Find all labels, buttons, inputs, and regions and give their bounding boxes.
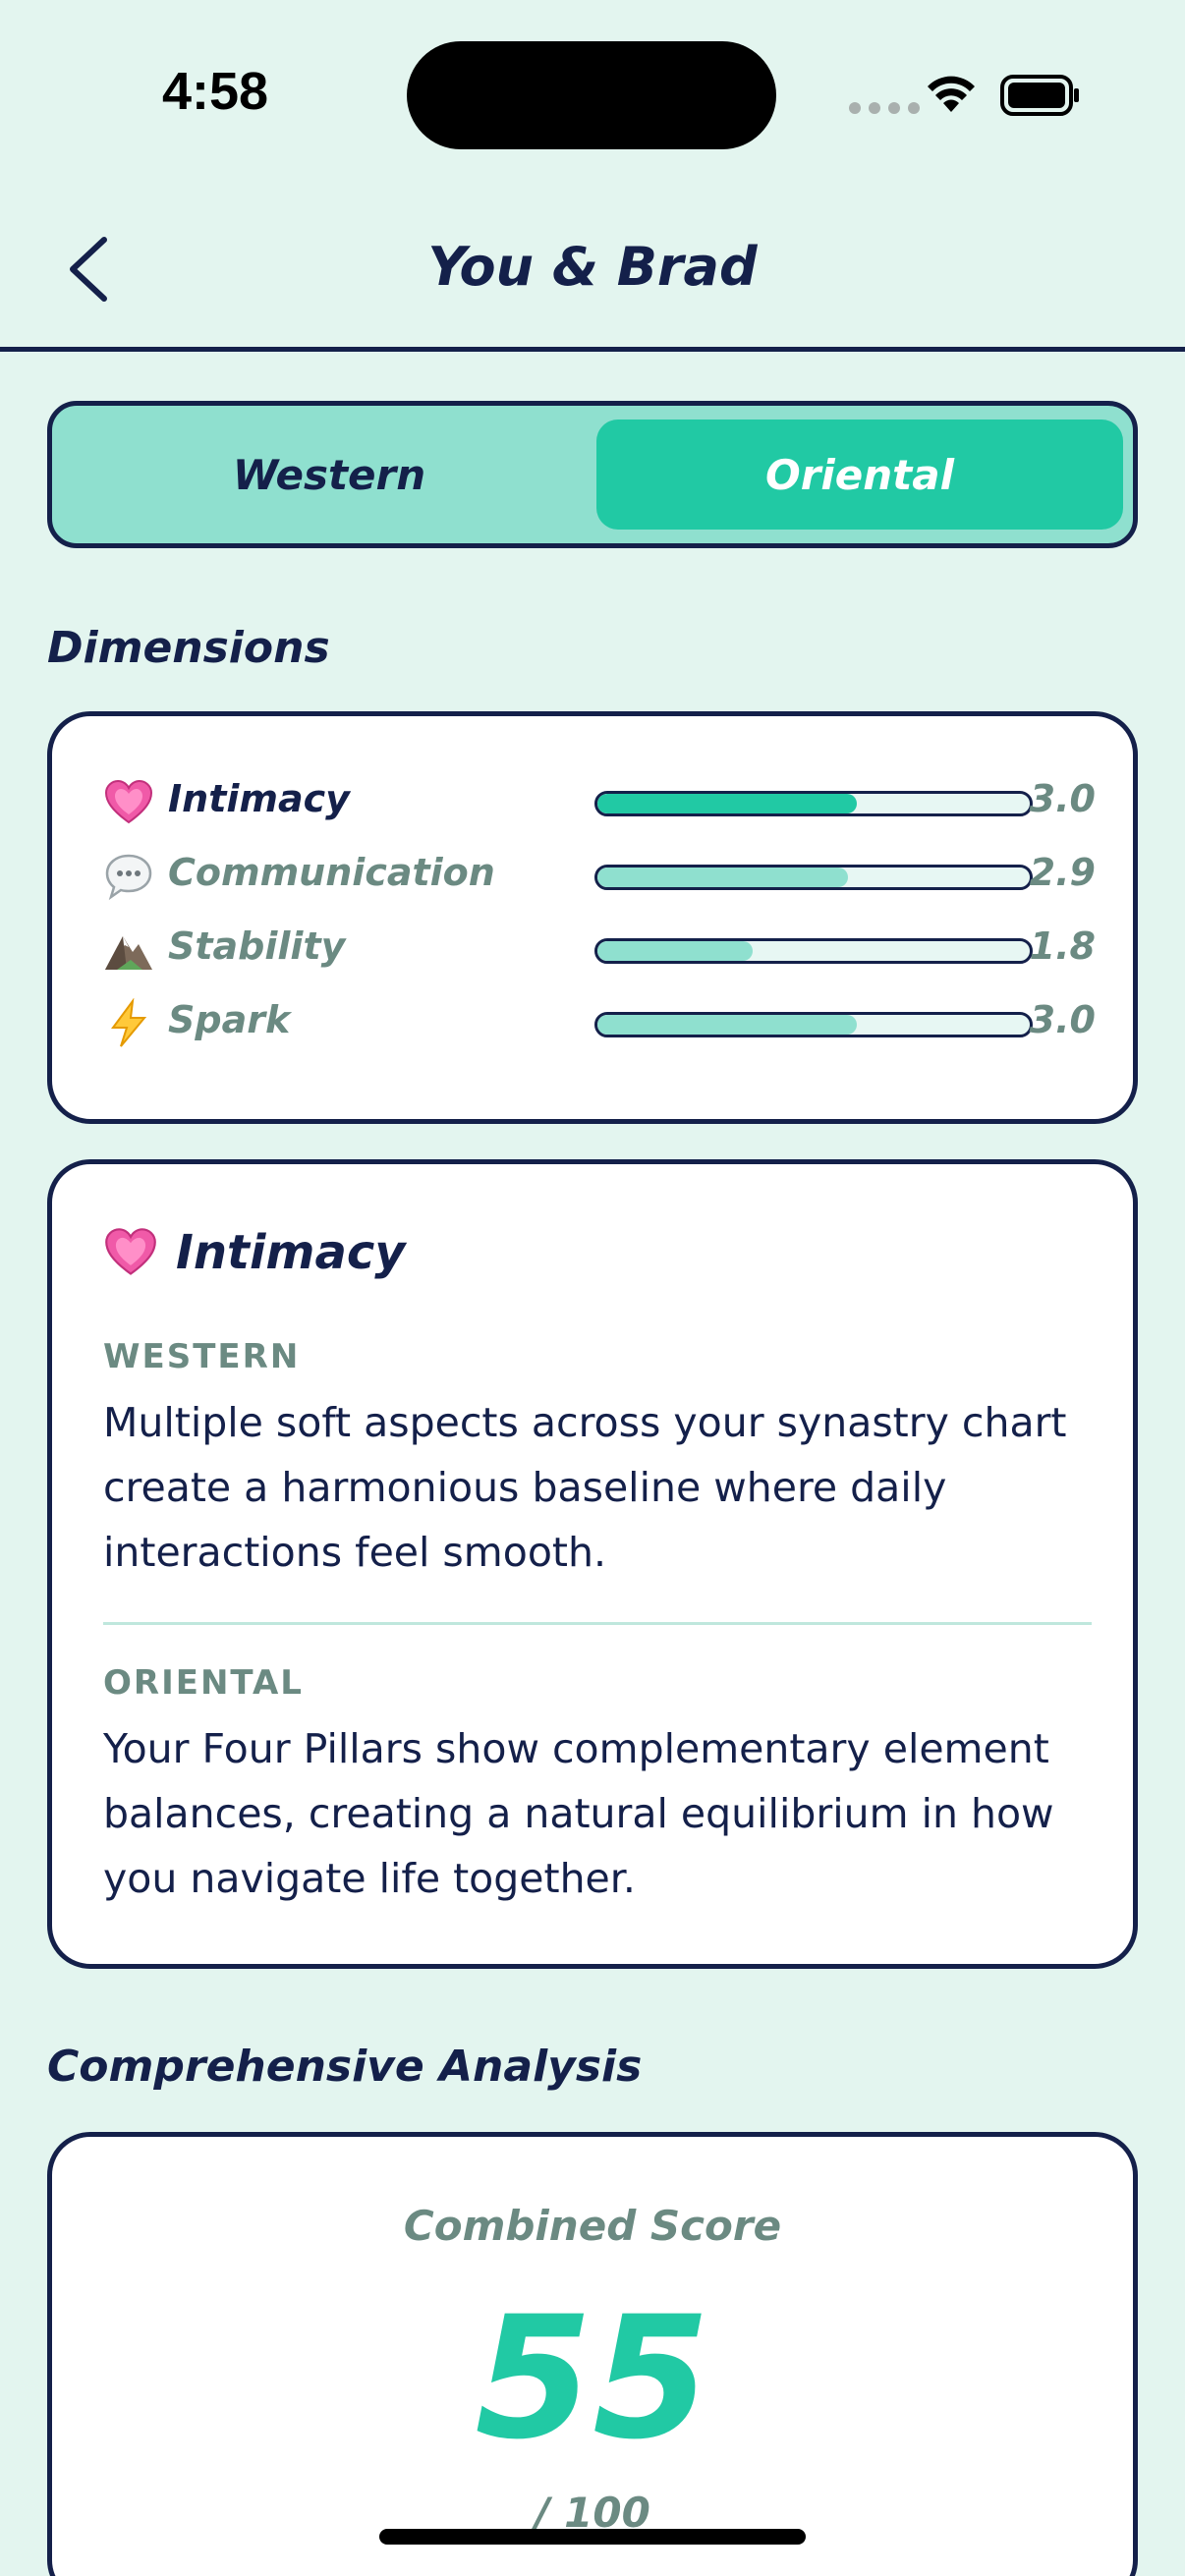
detail-title-text: Intimacy xyxy=(176,1225,406,1280)
dimension-bar-fill xyxy=(597,1015,857,1035)
segment-western[interactable]: Western xyxy=(66,420,592,530)
dimensions-heading: Dimensions xyxy=(47,623,330,673)
dimension-bar-fill xyxy=(597,941,754,961)
dimension-value: 1.8 xyxy=(1029,924,1096,968)
dimension-label: Stability xyxy=(168,924,346,968)
heart-icon xyxy=(104,779,153,824)
combined-score-value: 55 xyxy=(475,2279,710,2477)
western-text: Multiple soft aspects across your synast… xyxy=(103,1399,1067,1576)
dimension-value: 2.9 xyxy=(1029,851,1096,894)
dimensions-card: Intimacy 3.0 Communication 2.9 Stability… xyxy=(47,711,1138,1124)
dimension-label: Communication xyxy=(168,851,495,894)
dimension-bar xyxy=(594,865,1033,890)
dimension-detail-card: Intimacy WESTERN Multiple soft aspects a… xyxy=(47,1159,1138,1969)
dimension-bar xyxy=(594,1012,1033,1037)
dimension-row-stability[interactable]: Stability 1.8 xyxy=(103,921,1096,980)
western-label: WESTERN xyxy=(103,1337,301,1376)
wifi-icon xyxy=(928,76,975,112)
dimension-label: Spark xyxy=(168,998,291,1041)
detail-title: Intimacy xyxy=(103,1225,406,1280)
page-title: You & Brad xyxy=(427,236,758,298)
battery-icon xyxy=(1000,75,1079,116)
status-time: 4:58 xyxy=(162,62,269,121)
home-indicator[interactable] xyxy=(379,2529,806,2545)
dimension-bar xyxy=(594,791,1033,816)
dynamic-island xyxy=(407,41,776,149)
cellular-signal-icon xyxy=(849,102,920,114)
combined-score-card: Combined Score 55 / 100 xyxy=(47,2132,1138,2576)
dimension-row-communication[interactable]: Communication 2.9 xyxy=(103,847,1096,906)
dimension-bar-fill xyxy=(597,794,857,813)
mountain-icon xyxy=(105,936,152,970)
dimension-row-intimacy[interactable]: Intimacy 3.0 xyxy=(103,773,1096,832)
segment-oriental[interactable]: Oriental xyxy=(596,420,1123,530)
analysis-heading: Comprehensive Analysis xyxy=(47,2042,643,2092)
dimension-value: 3.0 xyxy=(1029,998,1096,1041)
oriental-text: Your Four Pillars show complementary ele… xyxy=(103,1725,1054,1902)
system-segmented-control: Western Oriental xyxy=(47,401,1138,548)
dimension-row-spark[interactable]: Spark 3.0 xyxy=(103,994,1096,1053)
dimension-label: Intimacy xyxy=(168,777,350,820)
heart-icon xyxy=(105,1228,156,1275)
dimension-value: 3.0 xyxy=(1029,777,1096,820)
combined-score-label: Combined Score xyxy=(403,2202,782,2250)
lightning-icon xyxy=(111,998,147,1047)
speech-bubble-icon xyxy=(105,854,152,901)
oriental-label: ORIENTAL xyxy=(103,1663,304,1703)
status-bar: 4:58 xyxy=(0,0,1185,196)
nav-header: You & Brad xyxy=(0,196,1185,352)
dimension-bar xyxy=(594,938,1033,964)
divider xyxy=(103,1622,1092,1625)
dimension-bar-fill xyxy=(597,868,849,887)
